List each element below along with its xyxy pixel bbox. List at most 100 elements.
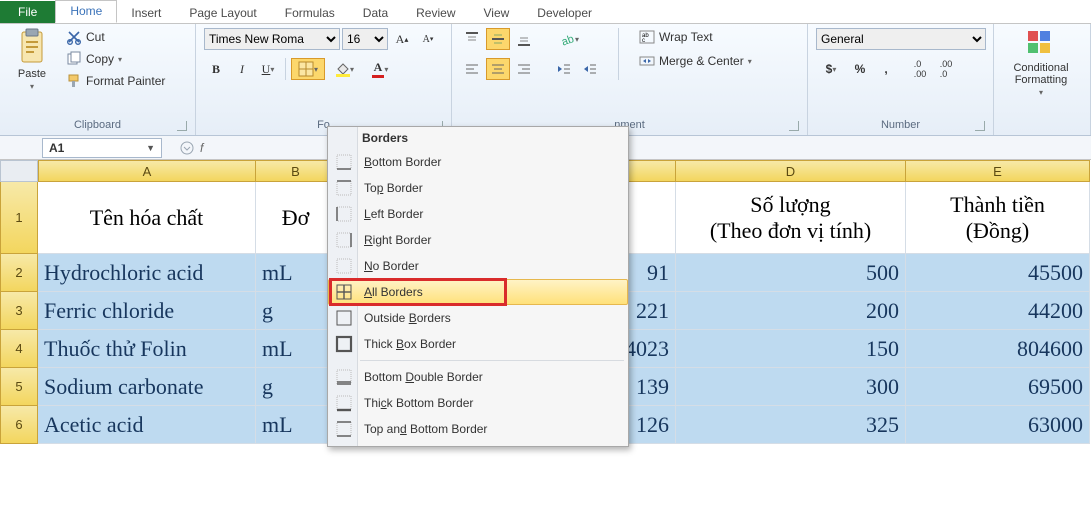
tab-view[interactable]: View [470,2,524,23]
tab-review[interactable]: Review [402,2,469,23]
menu-item-outside-borders[interactable]: Outside Borders [328,305,628,331]
cell[interactable]: Thành tiền (Đồng) [906,182,1090,254]
fill-color-button[interactable]: ▾ [327,58,361,80]
column-header[interactable]: B [256,160,336,182]
borders-button[interactable]: ▾ [291,58,325,80]
column-header[interactable]: A [38,160,256,182]
menu-item-all-borders[interactable]: All Borders [328,279,628,305]
tab-file[interactable]: File [0,1,55,23]
row-header[interactable]: 4 [0,330,38,368]
column-header[interactable]: D [676,160,906,182]
menu-item-no-border[interactable]: No Border [328,253,628,279]
cell[interactable]: Ferric chloride [38,292,256,330]
row-header[interactable]: 2 [0,254,38,292]
menu-item-thick-bottom-border[interactable]: Thick Bottom Border [328,390,628,416]
dropdown-icon[interactable] [180,141,194,155]
align-top-button[interactable] [460,28,484,50]
cell[interactable]: 150 [676,330,906,368]
dialog-launcher-icon[interactable] [975,121,985,131]
row-header[interactable]: 1 [0,182,38,254]
decrease-indent-button[interactable] [552,58,576,80]
cell[interactable]: 300 [676,368,906,406]
align-bottom-button[interactable] [512,28,536,50]
shrink-font-button[interactable]: A▾ [416,28,440,50]
cell[interactable]: Acetic acid [38,406,256,444]
dialog-launcher-icon[interactable] [789,121,799,131]
copy-button[interactable]: Copy ▾ [62,50,169,68]
accounting-format-button[interactable]: $▾ [816,58,846,80]
menu-item-top-and-bottom-border[interactable]: Top and Bottom Border [328,416,628,442]
align-center-button[interactable] [486,58,510,80]
italic-button[interactable]: I [230,58,254,80]
row-header[interactable]: 5 [0,368,38,406]
tab-data[interactable]: Data [349,2,402,23]
align-middle-button[interactable] [486,28,510,50]
cell[interactable]: Hydrochloric acid [38,254,256,292]
tab-home[interactable]: Home [55,0,117,23]
cell[interactable]: g [256,292,336,330]
group-font: Times New Roma 16 A▴ A▾ B I U▾ ▾ ▾ [196,24,452,135]
cell[interactable]: 44200 [906,292,1090,330]
menu-item-label: Top and Bottom Border [364,422,487,436]
merge-center-button[interactable]: Merge & Center ▾ [635,52,756,70]
group-alignment: ab▾ abc Wrap Text Merge & Center ▾ [452,24,808,135]
cell[interactable]: g [256,368,336,406]
cell[interactable]: 63000 [906,406,1090,444]
cell[interactable]: mL [256,330,336,368]
cell[interactable]: 325 [676,406,906,444]
column-header[interactable]: E [906,160,1090,182]
fx-icon[interactable]: f [200,141,203,155]
menu-item-label: Thick Box Border [364,337,456,351]
menu-item-bottom-border[interactable]: Bottom Border [328,149,628,175]
decrease-decimal-button[interactable]: .00.0 [934,58,958,80]
cell[interactable]: mL [256,406,336,444]
cell[interactable]: Đơ [256,182,336,254]
border-icon [298,61,314,77]
tab-insert[interactable]: Insert [117,2,175,23]
row-header[interactable]: 6 [0,406,38,444]
cell[interactable]: 69500 [906,368,1090,406]
font-size-select[interactable]: 16 [342,28,388,50]
conditional-formatting-button[interactable]: Conditional Formatting ▾ [1002,28,1080,97]
bold-button[interactable]: B [204,58,228,80]
menu-item-left-border[interactable]: Left Border [328,201,628,227]
paintbrush-icon [66,73,82,89]
comma-button[interactable]: , [874,58,898,80]
cell[interactable]: 804600 [906,330,1090,368]
menu-item-bottom-double-border[interactable]: Bottom Double Border [328,364,628,390]
number-format-select[interactable]: General [816,28,986,50]
menu-item-thick-box-border[interactable]: Thick Box Border [328,331,628,357]
cell[interactable]: 500 [676,254,906,292]
dialog-launcher-icon[interactable] [177,121,187,131]
paste-button[interactable]: Paste ▾ [8,28,56,91]
tab-page-layout[interactable]: Page Layout [175,2,270,23]
cell[interactable]: 45500 [906,254,1090,292]
underline-button[interactable]: U▾ [256,58,280,80]
increase-indent-button[interactable] [578,58,602,80]
menu-item-right-border[interactable]: Right Border [328,227,628,253]
select-all-corner[interactable] [0,160,38,182]
increase-decimal-button[interactable]: .0.00 [908,58,932,80]
ribbon: Paste ▾ Cut Copy ▾ Format Painter C [0,24,1091,136]
cell[interactable]: Tên hóa chất [38,182,256,254]
align-left-button[interactable] [460,58,484,80]
cut-button[interactable]: Cut [62,28,169,46]
grow-font-button[interactable]: A▴ [390,28,414,50]
format-painter-button[interactable]: Format Painter [62,72,169,90]
align-right-button[interactable] [512,58,536,80]
menu-item-top-border[interactable]: Top Border [328,175,628,201]
font-name-select[interactable]: Times New Roma [204,28,340,50]
wrap-text-button[interactable]: abc Wrap Text [635,28,756,46]
cell[interactable]: Số lượng (Theo đơn vị tính) [676,182,906,254]
tab-developer[interactable]: Developer [523,2,606,23]
row-header[interactable]: 3 [0,292,38,330]
tab-formulas[interactable]: Formulas [271,2,349,23]
font-color-button[interactable]: A ▾ [363,58,397,80]
cell[interactable]: Sodium carbonate [38,368,256,406]
cell[interactable]: Thuốc thử Folin [38,330,256,368]
orientation-button[interactable]: ab▾ [552,28,586,50]
cell[interactable]: mL [256,254,336,292]
cell[interactable]: 200 [676,292,906,330]
percent-button[interactable]: % [848,58,872,80]
name-box[interactable]: A1 ▼ [42,138,162,158]
